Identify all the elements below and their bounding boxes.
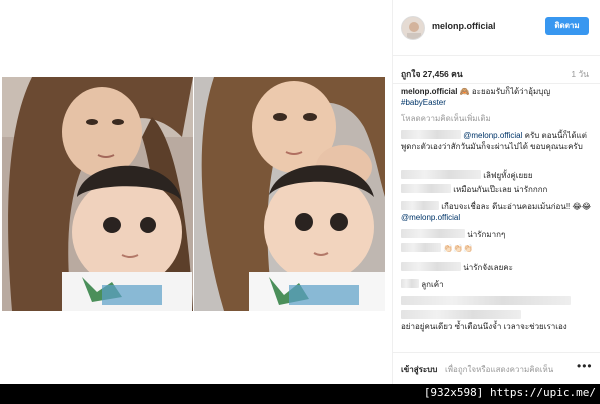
caption-hashtag[interactable]: #babyEaster [401,98,446,107]
comment-text: น่ารักจังเลยคะ [463,263,513,272]
comment-text: 👏🏻👏🏻👏🏻 [443,244,474,253]
list-item [401,296,597,307]
list-item: @melonp.official ครับ ตอนนี้ก็ได้แต่พูดก… [401,130,597,152]
list-item: เหมือนกันเป๊ะเลย น่ารักกกก [401,184,597,195]
comments-list: melonp.official 🙈 อะยอมรับก็ได้ว่าอุ้มบุ… [401,86,597,346]
blurred-username [401,243,441,252]
comment-text: เกือบจะเชื่อละ ดีนะอ่านคอมเม้นก่อน!! 😂😂 [441,202,592,211]
avatar[interactable] [401,16,425,40]
blurred-username [401,229,465,238]
post-stats: ถูกใจ 27,456 คน 1 วัน [393,60,600,84]
list-item: ลูกเค้า [401,279,597,290]
blurred-username [401,184,451,193]
follow-button[interactable]: ติดตาม [545,17,589,35]
blurred-username [401,201,439,210]
comment-text: อย่าอยู่คนเดียว ซ้ำเตือนนึงจ้ำ เวลาจะช่ว… [401,322,567,331]
login-hint: เพื่อถูกใจหรือแสดงความคิดเห็น [445,365,554,374]
more-horizontal-icon[interactable]: ••• [577,359,593,373]
load-more-comments[interactable]: โหลดความคิดเห็นเพิ่มเติม [401,113,597,124]
blurred-comment [401,296,571,305]
comment-text: น่ารักมากๆ [467,230,506,239]
blurred-username [401,170,481,179]
username-link[interactable]: melonp.official [432,21,496,31]
blurred-username [401,310,521,319]
post-header: melonp.official ติดตาม [393,0,600,56]
post-photo-area [0,0,392,384]
post-time[interactable]: 1 วัน [571,67,589,81]
list-item: เลิฟยูทั้งคู่เยยย [401,170,597,181]
list-item: น่ารักจังเลยคะ [401,262,597,273]
blurred-username [401,279,419,288]
comment-text: เลิฟยูทั้งคู่เยยย [483,171,533,180]
comment-mention[interactable]: @melonp.official [401,213,460,222]
comment-text: เหมือนกันเป๊ะเลย น่ารักกกก [453,185,548,194]
comment-text: ลูกเค้า [421,280,444,289]
comment-mention[interactable]: @melonp.official [463,131,522,140]
list-item: อย่าอยู่คนเดียว ซ้ำเตือนนึงจ้ำ เวลาจะช่ว… [401,310,597,332]
caption: melonp.official 🙈 อะยอมรับก็ได้ว่าอุ้มบุ… [401,86,597,108]
list-item: 👏🏻👏🏻👏🏻 [401,243,597,254]
post-footer: เข้าสู่ระบบ เพื่อถูกใจหรือแสดงความคิดเห็… [393,352,600,382]
image-watermark: [932x598] https://upic.me/ [423,386,596,399]
caption-text: 🙈 อะยอมรับก็ได้ว่าอุ้มบุญ [459,87,551,96]
likes-count[interactable]: ถูกใจ 27,456 คน [401,67,463,81]
login-link[interactable]: เข้าสู่ระบบ [401,363,437,376]
post-photo-right [194,77,385,311]
caption-username[interactable]: melonp.official [401,87,457,96]
list-item: น่ารักมากๆ [401,229,597,240]
post-photo-left [2,77,193,311]
list-item: เกือบจะเชื่อละ ดีนะอ่านคอมเม้นก่อน!! 😂😂 … [401,201,597,223]
blurred-username [401,262,461,271]
post-side-panel: melonp.official ติดตาม ถูกใจ 27,456 คน 1… [392,0,600,384]
blurred-username [401,130,461,139]
instagram-post-window: melonp.official ติดตาม ถูกใจ 27,456 คน 1… [0,0,600,384]
